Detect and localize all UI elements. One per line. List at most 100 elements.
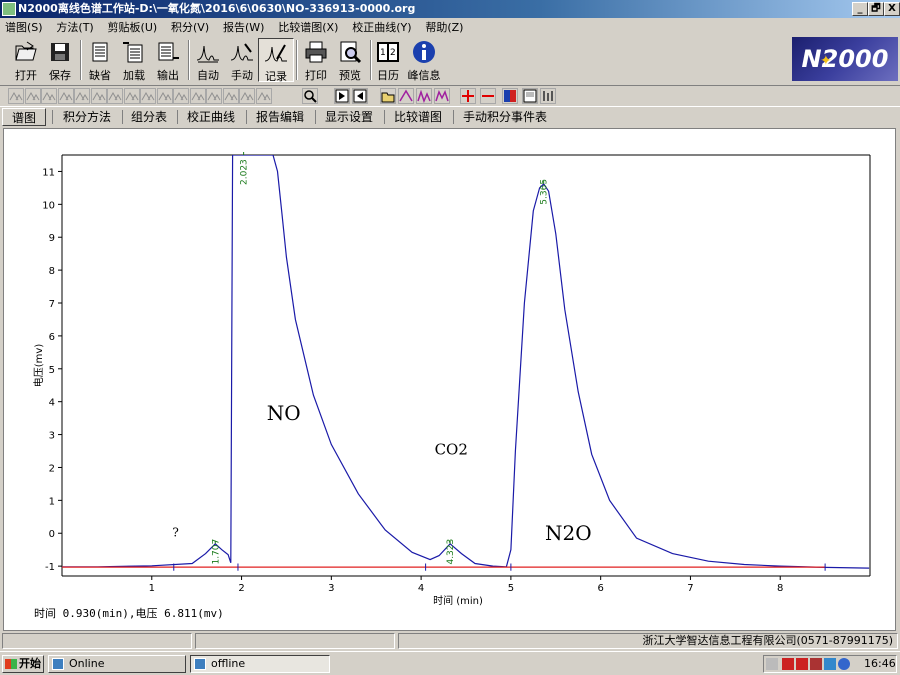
menu-integration[interactable]: 积分(V) [166, 19, 214, 37]
tab-calibration-curve[interactable]: 校正曲线 [181, 108, 241, 126]
peak-tool-13-icon[interactable] [206, 88, 222, 104]
peak-time-label: 4.323 [446, 539, 456, 565]
color-icon[interactable] [502, 88, 518, 104]
menu-bar: 谱图(S) 方法(T) 剪贴板(U) 积分(V) 报告(W) 比较谱图(X) 校… [0, 18, 900, 36]
auto-button[interactable]: 自动 [190, 38, 226, 82]
chromatogram-chart[interactable]: -1012345678910111 2 3 4 5 6 7 8时间 (min)电压(mv)1.… [4, 129, 895, 630]
task-offline[interactable]: offline [190, 655, 330, 673]
peak-tool-12-icon[interactable] [189, 88, 206, 104]
tab-integration-method[interactable]: 积分方法 [56, 108, 118, 126]
peak-info-button[interactable]: 峰信息 [406, 38, 442, 82]
preview-button[interactable]: 预览 [332, 38, 368, 82]
plus-icon[interactable] [460, 88, 476, 104]
cursor-readout: 时间 0.930(min),电压 6.811(mv) [34, 607, 224, 620]
security-icon[interactable] [810, 658, 822, 670]
network-icon[interactable] [796, 658, 808, 670]
shield-icon[interactable] [838, 658, 850, 670]
task-online[interactable]: Online [48, 655, 186, 673]
clock: 16:46 [864, 657, 896, 670]
y-tick-label: 3 [49, 431, 55, 442]
menu-clipboard[interactable]: 剪贴板(U) [103, 19, 163, 37]
svg-text:1: 1 [380, 48, 386, 58]
calendar-button[interactable]: 12 日历 [370, 38, 406, 82]
tab-display-settings[interactable]: 显示设置 [319, 108, 379, 126]
peak-tool-1-icon[interactable] [8, 88, 24, 104]
x-tick-label: 4 [418, 583, 424, 594]
window-icon[interactable] [522, 88, 538, 104]
peak-tool-6-icon[interactable] [90, 88, 107, 104]
tab-component-table[interactable]: 组分表 [126, 108, 172, 126]
open-icon [15, 41, 37, 61]
chromatogram-line [62, 155, 870, 569]
peak-tool-11-icon[interactable] [173, 88, 189, 104]
menu-calibration[interactable]: 校正曲线(Y) [347, 19, 416, 37]
y-axis-label: 电压(mv) [32, 344, 45, 388]
network-icon[interactable] [782, 658, 794, 670]
x-tick-label: 8 [777, 583, 783, 594]
step-back-icon[interactable] [352, 88, 368, 104]
document-icon [92, 42, 108, 62]
menu-compare[interactable]: 比较谱图(X) [273, 19, 343, 37]
peak-tool-9-icon[interactable] [140, 88, 156, 104]
peak-tool-2-icon[interactable] [24, 88, 41, 104]
window-title: N2000离线色谱工作站-D:\一氧化氮\2016\6\0630\NO-3369… [18, 2, 416, 15]
zoom-icon[interactable] [302, 88, 318, 104]
y-tick-label: 4 [49, 398, 55, 409]
y-tick-label: 0 [49, 529, 55, 540]
start-button[interactable]: 开始 [2, 655, 44, 673]
status-bar: 浙江大学智达信息工程有限公司(0571-87991175) [0, 632, 900, 650]
auto-peak-icon [196, 45, 219, 63]
antivirus-icon[interactable] [824, 658, 836, 670]
peak-mark-icon[interactable] [398, 88, 414, 104]
peak-time-label: 1.707 [211, 539, 221, 565]
keyboard-icon[interactable] [766, 658, 778, 670]
export-document-icon [158, 42, 179, 61]
peak-tool-15-icon[interactable] [239, 88, 255, 104]
tab-separator [384, 110, 385, 124]
restore-button[interactable]: 🗗 [868, 2, 884, 16]
open-button[interactable]: 打开 [8, 38, 44, 82]
y-tick-label: -1 [45, 562, 55, 573]
load-button[interactable]: 加载 [116, 38, 152, 82]
peak-tool-16-icon[interactable] [255, 88, 272, 104]
step-forward-icon[interactable] [334, 88, 350, 104]
record-button[interactable]: 记录 [258, 38, 294, 83]
save-icon [51, 43, 69, 61]
default-button[interactable]: 缺省 [82, 38, 118, 82]
app-icon [194, 658, 206, 670]
y-tick-label: 6 [49, 332, 55, 343]
tab-report-edit[interactable]: 报告编辑 [250, 108, 310, 126]
menu-method[interactable]: 方法(T) [51, 19, 98, 37]
bars-icon[interactable] [540, 88, 556, 104]
peak-tool-7-icon[interactable] [107, 88, 123, 104]
menu-spectrum[interactable]: 谱图(S) [0, 19, 48, 37]
peak-tool-8-icon[interactable] [123, 88, 140, 104]
calendar-icon: 12 [377, 42, 399, 62]
folder-icon[interactable] [380, 88, 396, 104]
x-tick-label: 5 [508, 583, 514, 594]
peak-tool-14-icon[interactable] [222, 88, 239, 104]
manual-button[interactable]: 手动 [224, 38, 260, 82]
minus-icon[interactable] [480, 88, 496, 104]
export-button[interactable]: 输出 [150, 38, 186, 82]
menu-help[interactable]: 帮助(Z) [420, 19, 468, 37]
tab-separator [122, 110, 123, 124]
y-tick-label: 9 [49, 233, 55, 244]
main-toolbar: 打开 保存 缺省 加载 输出 自动 手动 记录 打印 预览 12 日历 峰信息 [0, 36, 790, 84]
peak-tool-10-icon[interactable] [156, 88, 173, 104]
tab-spectrum[interactable]: 谱图 [2, 108, 46, 126]
secondary-toolbar [0, 85, 900, 107]
minimize-button[interactable]: _ [852, 2, 868, 16]
save-button[interactable]: 保存 [42, 38, 78, 82]
tab-compare-spectrum[interactable]: 比较谱图 [388, 108, 448, 126]
peak-tool-3-icon[interactable] [41, 88, 57, 104]
peak-merge-icon[interactable] [434, 88, 450, 104]
peak-tool-5-icon[interactable] [74, 88, 90, 104]
print-button[interactable]: 打印 [298, 38, 334, 82]
peak-split-icon[interactable] [416, 88, 432, 104]
tab-manual-integration-events[interactable]: 手动积分事件表 [457, 108, 553, 126]
app-icon [2, 2, 16, 16]
peak-tool-4-icon[interactable] [57, 88, 74, 104]
menu-report[interactable]: 报告(W) [218, 19, 269, 37]
close-button[interactable]: X [884, 2, 900, 16]
